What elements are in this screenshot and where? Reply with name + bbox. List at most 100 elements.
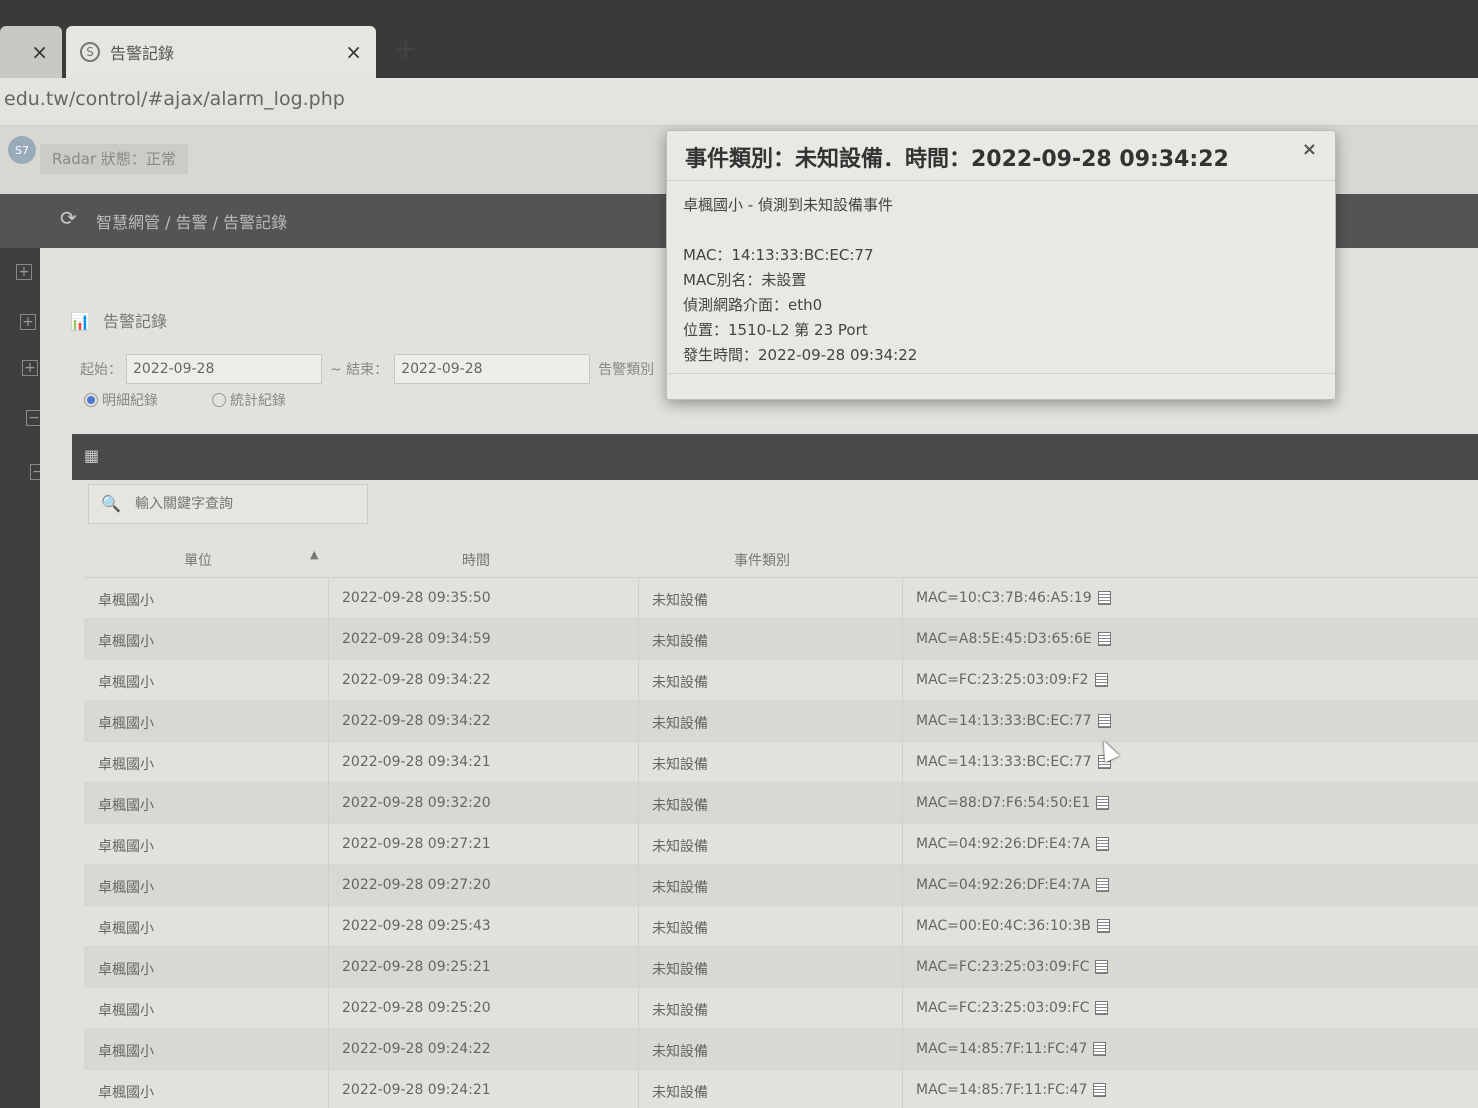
cell-detail-text: MAC=14:85:7F:11:FC:47 — [916, 1041, 1088, 1057]
cell-event-type: 未知設備 — [652, 634, 708, 650]
cell-unit: 卓楓國小 — [98, 1085, 154, 1101]
cell-time: 2022-09-28 09:34:22 — [342, 713, 491, 729]
cell-detail-text: MAC=10:C3:7B:46:A5:19 — [916, 590, 1092, 606]
cell-event-type: 未知設備 — [652, 921, 708, 937]
section-title: 📊 告警記錄 — [70, 308, 167, 332]
radio-detail-records[interactable]: 明細紀錄 — [84, 390, 158, 410]
cell-unit: 卓楓國小 — [98, 921, 154, 937]
detail-list-icon[interactable] — [1095, 1001, 1109, 1015]
event-detail-modal: 事件類別：未知設備．時間：2022-09-28 09:34:22 × 卓楓國小 … — [666, 130, 1336, 400]
close-tab-icon[interactable]: × — [31, 40, 48, 64]
cell-detail: MAC=FC:23:25:03:09:FC — [916, 959, 1109, 975]
cell-event-type: 未知設備 — [652, 1085, 708, 1101]
table-row[interactable]: 卓楓國小 2022-09-28 09:34:22 未知設備 MAC=14:13:33:… — [84, 701, 1478, 742]
cell-event-type: 未知設備 — [652, 880, 708, 896]
cell-detail-text: MAC=88:D7:F6:54:50:E1 — [916, 795, 1091, 811]
cell-unit: 卓楓國小 — [98, 1003, 154, 1019]
expand-icon[interactable]: + — [22, 360, 38, 376]
modal-line-location: 位置：1510-L2 第 23 Port — [683, 321, 868, 339]
cell-unit: 卓楓國小 — [98, 675, 154, 691]
sort-asc-icon[interactable]: ▲ — [310, 548, 318, 561]
table-row[interactable]: 卓楓國小 2022-09-28 09:25:20 未知設備 MAC=FC:23:25:… — [84, 988, 1478, 1029]
table-row[interactable]: 卓楓國小 2022-09-28 09:27:20 未知設備 MAC=04:92:26:… — [84, 865, 1478, 906]
detail-list-icon[interactable] — [1093, 1042, 1107, 1056]
detail-list-icon[interactable] — [1095, 837, 1109, 851]
detail-list-icon[interactable] — [1095, 878, 1109, 892]
table-row[interactable]: 卓楓國小 2022-09-28 09:35:50 未知設備 MAC=10:C3:7B:… — [84, 578, 1478, 619]
column-event-type[interactable]: 事件類別 — [734, 550, 790, 570]
radio-stat-records[interactable]: 統計紀錄 — [212, 390, 286, 410]
table-row[interactable]: 卓楓國小 2022-09-28 09:24:21 未知設備 MAC=14:85:7F:… — [84, 1070, 1478, 1108]
cell-event-type: 未知設備 — [652, 798, 708, 814]
table-row[interactable]: 卓楓國小 2022-09-28 09:25:43 未知設備 MAC=00:E0:4C:… — [84, 906, 1478, 947]
refresh-icon[interactable]: ⟳ — [60, 206, 77, 230]
cell-time: 2022-09-28 09:27:20 — [342, 877, 491, 893]
cell-event-type: 未知設備 — [652, 675, 708, 691]
cell-detail-text: MAC=FC:23:25:03:09:FC — [916, 959, 1090, 975]
tab-title: 告警記錄 — [110, 44, 175, 63]
end-date-input[interactable] — [394, 354, 591, 384]
cell-detail: MAC=14:13:33:BC:EC:77 — [916, 754, 1111, 770]
table-toolbar: ▦ — [72, 434, 1478, 480]
modal-footer — [667, 373, 1335, 399]
search-input[interactable] — [135, 491, 355, 517]
new-tab-button[interactable]: + — [394, 32, 417, 65]
search-icon: 🔍 — [101, 494, 121, 513]
detail-list-icon[interactable] — [1097, 714, 1111, 728]
browser-tab-alarm-log[interactable]: S 告警記錄 × — [66, 26, 376, 78]
record-mode-radios: 明細紀錄 統計紀錄 — [84, 390, 286, 410]
modal-line-time: 發生時間：2022-09-28 09:34:22 — [683, 346, 918, 364]
cell-unit: 卓楓國小 — [98, 1044, 154, 1060]
modal-line-mac: MAC：14:13:33:BC:EC:77 — [683, 246, 874, 264]
detail-list-icon[interactable] — [1096, 796, 1110, 810]
cell-detail: MAC=14:13:33:BC:EC:77 — [916, 713, 1111, 729]
expand-icon[interactable]: + — [16, 264, 32, 280]
close-tab-icon[interactable]: × — [345, 40, 362, 64]
cell-detail-text: MAC=04:92:26:DF:E4:7A — [916, 836, 1090, 852]
detail-list-icon[interactable] — [1096, 919, 1110, 933]
column-time[interactable]: 時間 — [462, 550, 490, 570]
search-box: 🔍 — [88, 484, 368, 524]
cell-detail: MAC=10:C3:7B:46:A5:19 — [916, 590, 1111, 606]
table-row[interactable]: 卓楓國小 2022-09-28 09:34:59 未知設備 MAC=A8:5E:45:… — [84, 619, 1478, 660]
detail-list-icon[interactable] — [1093, 1083, 1107, 1097]
table-icon: ▦ — [84, 446, 100, 465]
cell-detail: MAC=88:D7:F6:54:50:E1 — [916, 795, 1110, 811]
cell-time: 2022-09-28 09:32:20 — [342, 795, 491, 811]
sidebar: + + + − − — [0, 248, 46, 1108]
cell-unit: 卓楓國小 — [98, 798, 154, 814]
radio-checked-icon[interactable] — [84, 393, 98, 407]
cell-event-type: 未知設備 — [652, 757, 708, 773]
table-row[interactable]: 卓楓國小 2022-09-28 09:34:21 未知設備 MAC=14:13:33:… — [84, 742, 1478, 783]
cell-detail-text: MAC=14:13:33:BC:EC:77 — [916, 713, 1092, 729]
end-label: ~ 結束： — [330, 362, 389, 378]
table-row[interactable]: 卓楓國小 2022-09-28 09:27:21 未知設備 MAC=04:92:26:… — [84, 824, 1478, 865]
column-unit[interactable]: 單位 — [184, 550, 212, 570]
cell-detail: MAC=FC:23:25:03:09:F2 — [916, 672, 1108, 688]
cell-detail-text: MAC=00:E0:4C:36:10:3B — [916, 918, 1091, 934]
close-icon[interactable]: × — [1302, 139, 1317, 160]
detail-list-icon[interactable] — [1095, 960, 1109, 974]
table-body: 卓楓國小 2022-09-28 09:35:50 未知設備 MAC=10:C3:7B:… — [84, 578, 1478, 1108]
url-text: edu.tw/control/#ajax/alarm_log.php — [4, 88, 345, 110]
table-row[interactable]: 卓楓國小 2022-09-28 09:24:22 未知設備 MAC=14:85:7F:… — [84, 1029, 1478, 1070]
radio-unchecked-icon[interactable] — [212, 393, 226, 407]
cell-detail: MAC=00:E0:4C:36:10:3B — [916, 918, 1110, 934]
start-date-input[interactable] — [126, 354, 322, 384]
table-row[interactable]: 卓楓國小 2022-09-28 09:32:20 未知設備 MAC=88:D7:F6:… — [84, 783, 1478, 824]
cell-detail: MAC=FC:23:25:03:09:FC — [916, 1000, 1109, 1016]
cell-unit: 卓楓國小 — [98, 716, 154, 732]
browser-tab-previous[interactable]: × — [0, 26, 62, 78]
cell-time: 2022-09-28 09:25:43 — [342, 918, 491, 934]
cell-unit: 卓楓國小 — [98, 839, 154, 855]
expand-icon[interactable]: + — [20, 314, 36, 330]
table-header: 單位 ▲ 時間 事件類別 — [84, 538, 1478, 578]
detail-list-icon[interactable] — [1097, 591, 1111, 605]
table-row[interactable]: 卓楓國小 2022-09-28 09:25:21 未知設備 MAC=FC:23:25:… — [84, 947, 1478, 988]
detail-list-icon[interactable] — [1097, 632, 1111, 646]
cell-unit: 卓楓國小 — [98, 962, 154, 978]
cell-time: 2022-09-28 09:27:21 — [342, 836, 491, 852]
address-bar[interactable]: edu.tw/control/#ajax/alarm_log.php — [0, 78, 1478, 126]
detail-list-icon[interactable] — [1094, 673, 1108, 687]
table-row[interactable]: 卓楓國小 2022-09-28 09:34:22 未知設備 MAC=FC:23:25:… — [84, 660, 1478, 701]
